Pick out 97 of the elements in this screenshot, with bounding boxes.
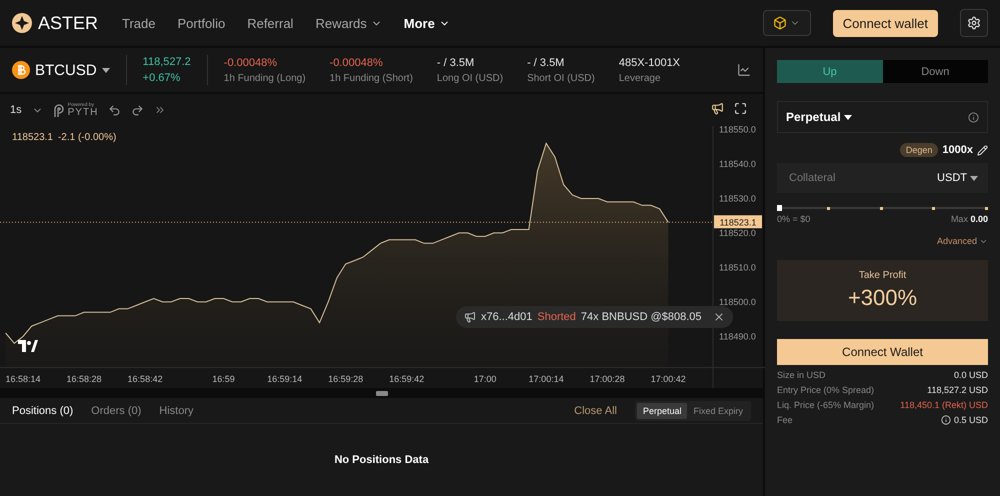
last-price: 118,527.2	[142, 56, 191, 68]
logo-text: ASTER	[38, 12, 98, 34]
connect-wallet-button[interactable]: Connect wallet	[832, 10, 938, 36]
stat-label: 1h Funding (Short)	[330, 72, 413, 84]
leverage-value: 1000x	[942, 144, 973, 156]
axis-label: 16:59:28	[328, 374, 364, 384]
legend-price: 118523.1	[12, 132, 53, 143]
axis-label: 118520.0	[719, 228, 756, 238]
fullscreen-icon[interactable]	[734, 102, 747, 115]
summary-value: 0.5 USD	[940, 415, 988, 425]
collateral-field[interactable]: Collateral USDT	[777, 163, 988, 193]
axis-label: 16:59:14	[267, 374, 302, 384]
currency-selector[interactable]: USDT	[937, 172, 978, 184]
axis-label: 16:58:42	[128, 374, 163, 384]
stat-label: Long OI (USD)	[436, 72, 504, 84]
caret-icon	[102, 68, 110, 72]
logo-icon	[12, 13, 32, 33]
caret-icon	[970, 176, 978, 180]
axis-label: 16:59	[212, 374, 235, 384]
advanced-link[interactable]: Advanced	[936, 236, 988, 246]
positions-tab[interactable]: Positions (0)	[12, 404, 74, 416]
edit-icon[interactable]	[977, 144, 988, 156]
price-change: +0.67%	[142, 72, 182, 84]
info-icon[interactable]	[968, 112, 979, 122]
segment-tab[interactable]: Fixed Expiry	[687, 402, 749, 418]
close-all-link[interactable]: Close All	[574, 404, 617, 416]
nav-link[interactable]: More	[404, 16, 450, 30]
nav-link[interactable]: Rewards	[315, 16, 382, 30]
empty-message: No Positions Data	[334, 454, 429, 466]
axis-label: 17:00:42	[650, 374, 686, 384]
take-profit-value: +300%	[848, 285, 918, 311]
summary-label: Size in USD	[777, 370, 826, 380]
summary-label: Entry Price (0% Spread)	[777, 385, 874, 395]
axis-label: 118530.0	[719, 193, 756, 204]
stat-value: 485X-1001X	[618, 56, 680, 68]
megaphone-icon[interactable]	[711, 102, 724, 115]
nav-link[interactable]: Portfolio	[178, 16, 226, 30]
connect-wallet-button[interactable]: Connect Wallet	[777, 339, 988, 365]
resize-handle[interactable]	[376, 390, 388, 396]
axis-label: 16:58:28	[66, 374, 102, 384]
take-profit-label: Take Profit	[858, 270, 906, 281]
caret-icon	[844, 114, 852, 120]
symbol-selector[interactable]: BTCUSD	[12, 61, 110, 79]
nav-link[interactable]: Trade	[122, 16, 156, 30]
axis-label: 118490.0	[719, 331, 756, 342]
pyth-name: PYTH	[68, 108, 98, 118]
summary-value: 0.0 USD	[954, 370, 988, 380]
axis-label: 118500.0	[719, 296, 756, 307]
undo-icon[interactable]	[108, 104, 122, 116]
trade-notification: x76...4d01 Shorted 74x BNBUSD @$808.05	[456, 306, 733, 328]
axis-label: 17:00	[474, 374, 496, 384]
megaphone-icon	[464, 311, 476, 323]
stat-label: Leverage	[618, 72, 662, 84]
stat-label: 1h Funding (Long)	[224, 72, 306, 84]
legend-change: -2.1 (-0.00%)	[58, 132, 116, 143]
redo-icon[interactable]	[131, 104, 144, 116]
summary-label: Fee	[777, 415, 793, 425]
axis-label: 118540.0	[719, 158, 756, 169]
chart-icon[interactable]	[737, 63, 751, 77]
stat-value: - / 3.5M	[527, 56, 566, 68]
degen-badge: Degen	[900, 143, 938, 157]
network-selector[interactable]	[762, 10, 811, 36]
side-tab[interactable]: Up	[777, 60, 882, 83]
slider-track[interactable]	[777, 205, 988, 211]
summary-value: 118,450.1 (Rekt) USD	[900, 400, 988, 410]
interval-selector[interactable]: 1s	[10, 104, 22, 116]
stat-value: -0.00048%	[224, 56, 278, 68]
cube-icon	[773, 16, 788, 30]
expand-icon[interactable]	[154, 104, 166, 116]
axis-label: 118510.0	[719, 262, 756, 272]
segment-tab[interactable]: Perpetual	[636, 402, 688, 418]
slider-thumb[interactable]	[777, 205, 782, 211]
stat-label: Short OI (USD)	[527, 72, 595, 84]
info-icon	[940, 415, 951, 425]
positions-tab[interactable]: History	[159, 404, 194, 416]
slider-max-label: Max 0.00	[950, 214, 988, 224]
axis-label: 118550.0	[719, 126, 756, 134]
nav-link[interactable]: Referral	[247, 16, 294, 30]
axis-label: 16:58:14	[5, 374, 41, 384]
axis-label: 17:00:28	[590, 374, 625, 384]
settings-button[interactable]	[960, 9, 988, 37]
summary-value: 118,527.2 USD	[927, 385, 988, 395]
price-tag: 118523.1	[714, 215, 762, 228]
summary-label: Liq. Price (-65% Margin)	[777, 400, 874, 410]
market-selector[interactable]: Perpetual	[786, 110, 852, 124]
bitcoin-icon	[12, 61, 30, 79]
close-icon[interactable]	[712, 311, 725, 323]
stat-value: -0.00048%	[330, 56, 384, 68]
tradingview-logo-icon	[18, 340, 38, 352]
axis-label: 17:00:14	[528, 374, 564, 384]
settings-icon	[967, 16, 981, 30]
pyth-logo-icon	[52, 103, 65, 117]
axis-label: 16:59:42	[389, 374, 424, 384]
positions-tab[interactable]: Orders (0)	[91, 404, 142, 416]
stat-value: - / 3.5M	[436, 56, 476, 68]
slider-min-label: 0% = $0	[777, 214, 810, 224]
side-tab[interactable]: Down	[882, 60, 988, 83]
